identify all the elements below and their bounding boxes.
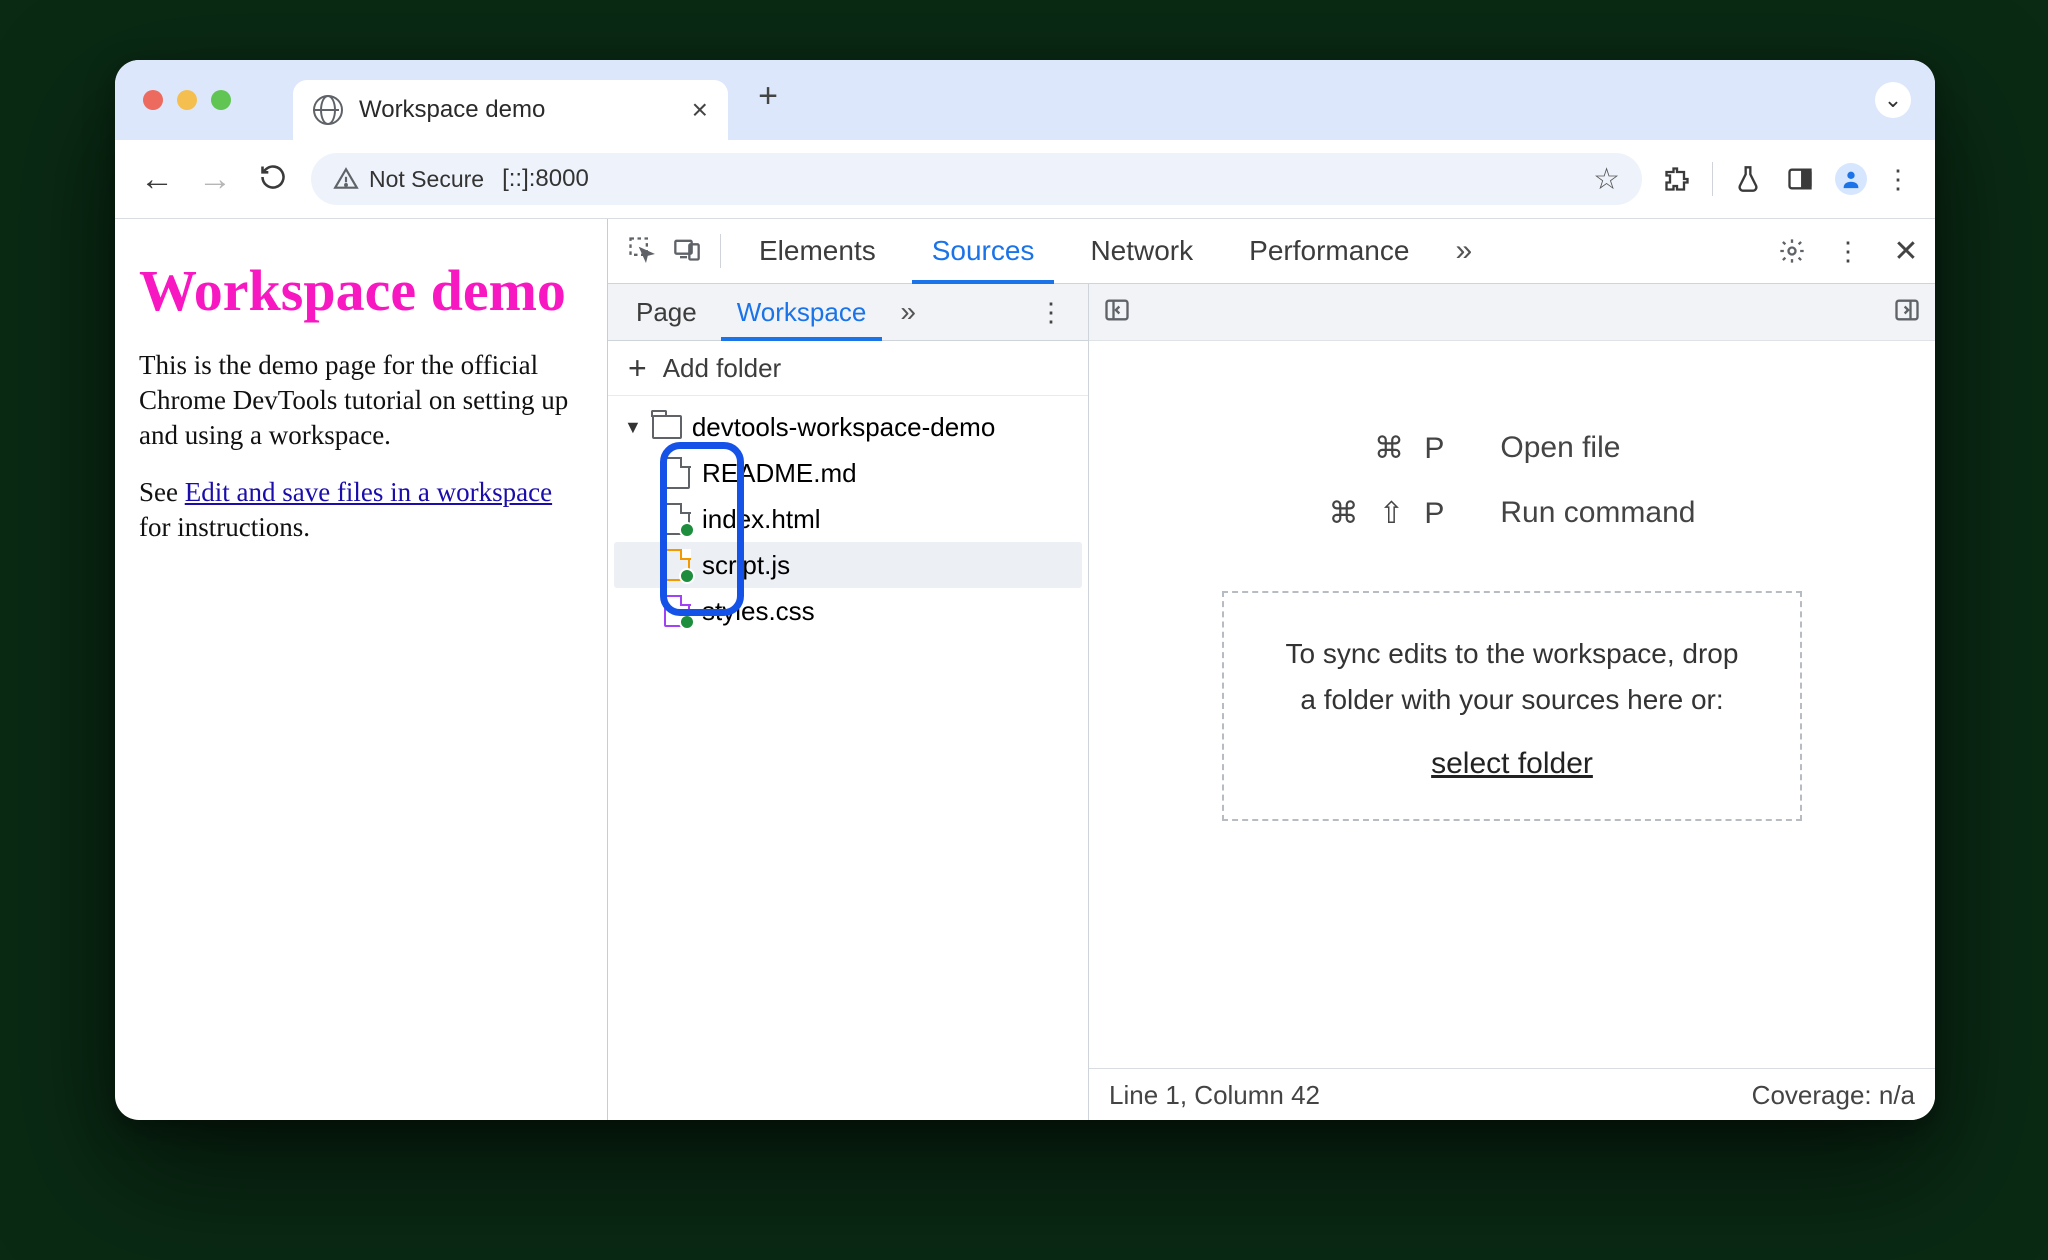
editor-pane: ⌘ P Open file ⌘ ⇧ P Run command To sync … [1089, 284, 1935, 1120]
chevron-down-icon: ▼ [624, 417, 642, 438]
devtools-body: Page Workspace » ⋮ + Add folder ▼ devto [608, 284, 1935, 1120]
mapped-indicator-icon [679, 614, 695, 630]
browser-toolbar: ← → Not Secure [::]:8000 ☆ ⋮ [115, 140, 1935, 219]
url-text: [::]:8000 [502, 165, 589, 193]
tab-strip: Workspace demo × + ⌄ [115, 60, 1935, 140]
inspect-element-button[interactable] [620, 235, 662, 268]
subtab-page[interactable]: Page [616, 284, 717, 340]
file-icon [664, 457, 690, 489]
coverage-status: Coverage: n/a [1752, 1080, 1915, 1111]
address-bar[interactable]: Not Secure [::]:8000 ☆ [311, 153, 1642, 205]
browser-tab[interactable]: Workspace demo × [293, 80, 728, 140]
browser-window: Workspace demo × + ⌄ ← → Not Secure [::]… [115, 60, 1935, 1120]
page-heading: Workspace demo [139, 257, 583, 324]
dropzone-text: To sync edits to the workspace, drop a f… [1274, 631, 1750, 723]
devtools-tabstrip: Elements Sources Network Performance » ⋮… [608, 219, 1935, 284]
new-tab-button[interactable]: + [738, 77, 798, 116]
device-toolbar-button[interactable] [666, 235, 708, 268]
editor-empty-state: ⌘ P Open file ⌘ ⇧ P Run command To sync … [1089, 341, 1935, 1068]
shortcut-key: ⌘ ⇧ P [1329, 496, 1451, 531]
mapped-indicator-icon [679, 568, 695, 584]
side-panel-button[interactable] [1783, 162, 1817, 196]
devtools-panel: Elements Sources Network Performance » ⋮… [608, 219, 1935, 1120]
extensions-button[interactable] [1660, 162, 1694, 196]
page-paragraph-1: This is the demo page for the official C… [139, 348, 583, 453]
cursor-position: Line 1, Column 42 [1109, 1080, 1320, 1111]
folder-icon [652, 415, 682, 439]
tree-file-index[interactable]: index.html [614, 496, 1082, 542]
rendered-page: Workspace demo This is the demo page for… [115, 219, 608, 1120]
tab-title: Workspace demo [359, 96, 545, 124]
file-label: index.html [702, 504, 821, 535]
sources-navigator: Page Workspace » ⋮ + Add folder ▼ devto [608, 284, 1089, 1120]
tree-file-styles[interactable]: styles.css [614, 588, 1082, 634]
add-folder-button[interactable]: + Add folder [608, 341, 1088, 396]
settings-button[interactable] [1775, 234, 1809, 268]
minimize-window-button[interactable] [177, 90, 197, 110]
file-label: script.js [702, 550, 790, 581]
plus-icon: + [628, 350, 647, 387]
browser-menu-button[interactable]: ⋮ [1885, 164, 1913, 195]
tab-sources[interactable]: Sources [906, 219, 1061, 283]
folder-label: devtools-workspace-demo [692, 412, 995, 443]
editor-statusbar: Line 1, Column 42 Coverage: n/a [1089, 1068, 1935, 1120]
security-indicator[interactable]: Not Secure [333, 166, 484, 193]
tree-file-readme[interactable]: README.md [614, 450, 1082, 496]
reload-button[interactable] [253, 163, 293, 196]
devtools-menu-button[interactable]: ⋮ [1835, 236, 1863, 267]
close-window-button[interactable] [143, 90, 163, 110]
tab-search-button[interactable]: ⌄ [1875, 82, 1911, 118]
tab-elements[interactable]: Elements [733, 219, 902, 283]
close-tab-button[interactable]: × [692, 94, 708, 126]
security-label: Not Secure [369, 166, 484, 193]
content-area: Workspace demo This is the demo page for… [115, 219, 1935, 1120]
mapped-indicator-icon [679, 522, 695, 538]
close-devtools-button[interactable]: ✕ [1889, 234, 1923, 268]
sources-more-button[interactable]: ⋮ [1024, 297, 1080, 328]
more-tabs-button[interactable]: » [1439, 234, 1488, 268]
toggle-debugger-button[interactable] [1893, 296, 1921, 329]
tree-folder[interactable]: ▼ devtools-workspace-demo [614, 404, 1082, 450]
shortcut-label: Run command [1500, 496, 1695, 531]
more-subtabs-button[interactable]: » [886, 296, 930, 328]
bookmark-button[interactable]: ☆ [1593, 162, 1620, 197]
globe-icon [313, 95, 343, 125]
sources-subtabs: Page Workspace » ⋮ [608, 284, 1088, 341]
page-link[interactable]: Edit and save files in a workspace [185, 477, 552, 507]
workspace-dropzone[interactable]: To sync edits to the workspace, drop a f… [1222, 591, 1802, 821]
tree-file-script[interactable]: script.js [614, 542, 1082, 588]
file-label: README.md [702, 458, 857, 489]
profile-button[interactable] [1835, 163, 1867, 195]
window-controls [143, 60, 231, 140]
separator [1712, 162, 1713, 196]
shortcut-label: Open file [1500, 431, 1695, 466]
toggle-navigator-button[interactable] [1103, 296, 1131, 329]
tab-network[interactable]: Network [1064, 219, 1219, 283]
page-paragraph-2: See Edit and save files in a workspace f… [139, 475, 583, 545]
back-button[interactable]: ← [137, 160, 177, 199]
labs-button[interactable] [1731, 162, 1765, 196]
shortcut-hints: ⌘ P Open file ⌘ ⇧ P Run command [1329, 431, 1696, 531]
file-tree: ▼ devtools-workspace-demo README.md inde… [608, 396, 1088, 642]
maximize-window-button[interactable] [211, 90, 231, 110]
file-label: styles.css [702, 596, 815, 627]
editor-toolbar [1089, 284, 1935, 341]
tab-performance[interactable]: Performance [1223, 219, 1435, 283]
shortcut-key: ⌘ P [1329, 431, 1451, 466]
separator [720, 234, 721, 268]
forward-button[interactable]: → [195, 160, 235, 199]
subtab-workspace[interactable]: Workspace [717, 284, 887, 340]
select-folder-link[interactable]: select folder [1431, 747, 1593, 780]
